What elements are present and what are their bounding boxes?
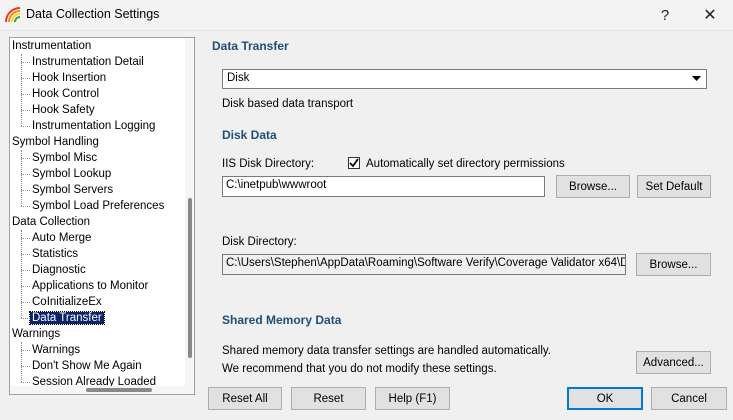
data-transfer-heading: Data Transfer	[212, 39, 289, 53]
tree-item-label: Don't Show Me Again	[32, 360, 142, 372]
tree-item[interactable]: Statistics	[20, 246, 79, 262]
tree-item-label: Hook Safety	[32, 104, 95, 116]
tree-connector-line	[21, 54, 22, 126]
tree-item[interactable]: Hook Safety	[21, 102, 95, 118]
tree-item-label: Symbol Misc	[32, 152, 98, 164]
reset-all-button[interactable]: Reset All	[208, 387, 282, 410]
tree-item[interactable]: Applications to Monitor	[20, 278, 149, 294]
transport-select-value: Disk	[227, 72, 250, 84]
tree-vertical-scroll-thumb[interactable]	[188, 198, 192, 358]
tree-item[interactable]: Warnings	[20, 342, 81, 358]
tree-item[interactable]: Symbol Misc	[20, 150, 98, 166]
tree-group[interactable]: Data Collection	[12, 214, 90, 230]
tree-item-label: Hook Control	[32, 88, 100, 100]
tree-item[interactable]: Instrumentation Detail	[21, 54, 144, 70]
reset-button[interactable]: Reset	[291, 387, 366, 410]
tree-item-label: Warnings	[32, 344, 81, 356]
transport-description: Disk based data transport	[222, 98, 354, 110]
tree-item-label: Data Transfer	[29, 311, 105, 325]
set-default-button[interactable]: Set Default	[637, 175, 711, 198]
help-button[interactable]: ?	[645, 0, 685, 30]
tree-item[interactable]: Data Transfer	[21, 310, 105, 326]
cancel-button[interactable]: Cancel	[651, 387, 727, 410]
tree-item-label: Instrumentation Logging	[32, 120, 156, 132]
transport-select[interactable]: Disk	[222, 69, 707, 89]
auto-permissions-checkbox[interactable]	[348, 157, 360, 169]
auto-permissions-label[interactable]: Automatically set directory permissions	[366, 158, 565, 170]
tree-item[interactable]: Hook Insertion	[20, 70, 107, 86]
tree-item-label: Applications to Monitor	[32, 280, 149, 292]
disk-data-heading: Disk Data	[222, 128, 277, 142]
tree-horizontal-scrollbar[interactable]	[10, 386, 186, 394]
iis-disk-directory-label: IIS Disk Directory:	[222, 158, 315, 170]
tree-group[interactable]: Symbol Handling	[12, 134, 99, 150]
disk-directory-label: Disk Directory:	[222, 236, 297, 248]
close-button[interactable]: ✕	[690, 0, 730, 30]
tree-items: Instrumentation Instrumentation Detail Hoo…	[10, 38, 186, 394]
tree-item[interactable]: Diagnostic	[21, 262, 86, 278]
dialog-client-area: Instrumentation Instrumentation Detail Hoo…	[0, 30, 733, 420]
disk-browse-button[interactable]: Browse...	[636, 253, 711, 276]
tree-item-label: Auto Merge	[32, 232, 92, 244]
shared-memory-heading: Shared Memory Data	[222, 313, 342, 327]
tree-item-label: CoInitializeEx	[32, 296, 102, 308]
tree-item[interactable]: Instrumentation Logging	[20, 118, 156, 134]
help-f1-button[interactable]: Help (F1)	[375, 387, 450, 410]
tree-item[interactable]: Symbol Load Preferences	[20, 198, 165, 214]
disk-directory-field[interactable]: C:\Users\Stephen\AppData\Roaming\Softwar…	[222, 254, 626, 275]
tree-item[interactable]: Hook Control	[20, 86, 100, 102]
tree-item-label: Diagnostic	[32, 264, 86, 276]
tree-item-label: Symbol Servers	[32, 184, 114, 196]
tree-item[interactable]: CoInitializeEx	[21, 294, 102, 310]
tree-item-label: Instrumentation Detail	[32, 56, 144, 68]
shared-memory-text-1: Shared memory data transfer settings are…	[222, 345, 551, 357]
iis-directory-input[interactable]: C:\inetpub\wwwroot	[222, 176, 545, 197]
ok-button[interactable]: OK	[567, 387, 643, 410]
rainbow-app-icon	[5, 7, 21, 23]
advanced-button[interactable]: Advanced...	[636, 351, 711, 374]
tree-group[interactable]: Warnings	[12, 326, 60, 342]
tree-vertical-scrollbar[interactable]	[185, 38, 194, 394]
tree-item-label: Instrumentation	[12, 40, 92, 52]
iis-browse-button[interactable]: Browse...	[556, 175, 630, 198]
tree-group[interactable]: Instrumentation	[12, 38, 91, 54]
tree-item-label: Statistics	[32, 248, 79, 260]
checkmark-icon	[349, 158, 359, 168]
tree-item[interactable]: Symbol Lookup	[20, 166, 112, 182]
tree-horizontal-scroll-thumb[interactable]	[86, 388, 152, 392]
tree-item-label: Symbol Handling	[12, 136, 99, 148]
tree-item-label: Symbol Lookup	[32, 168, 112, 180]
tree-connector-line	[21, 230, 22, 318]
tree-connector-line	[21, 342, 22, 382]
tree-item[interactable]: Don't Show Me Again	[21, 358, 142, 374]
chevron-down-icon[interactable]	[689, 72, 704, 86]
tree-connector-line	[21, 150, 22, 206]
tree-item[interactable]: Auto Merge	[20, 230, 92, 246]
tree-item-label: Warnings	[12, 328, 61, 340]
tree-item-label: Hook Insertion	[32, 72, 107, 84]
tree-item[interactable]: Symbol Servers	[20, 182, 114, 198]
tree-item-label: Data Collection	[12, 216, 90, 228]
window-title: Data Collection Settings	[26, 7, 160, 21]
settings-tree[interactable]: Instrumentation Instrumentation Detail Hoo…	[9, 37, 195, 395]
tree-item-label: Symbol Load Preferences	[32, 200, 165, 212]
title-bar: Data Collection Settings ? ✕	[0, 0, 733, 30]
shared-memory-text-2: We recommend that you do not modify thes…	[222, 363, 497, 375]
